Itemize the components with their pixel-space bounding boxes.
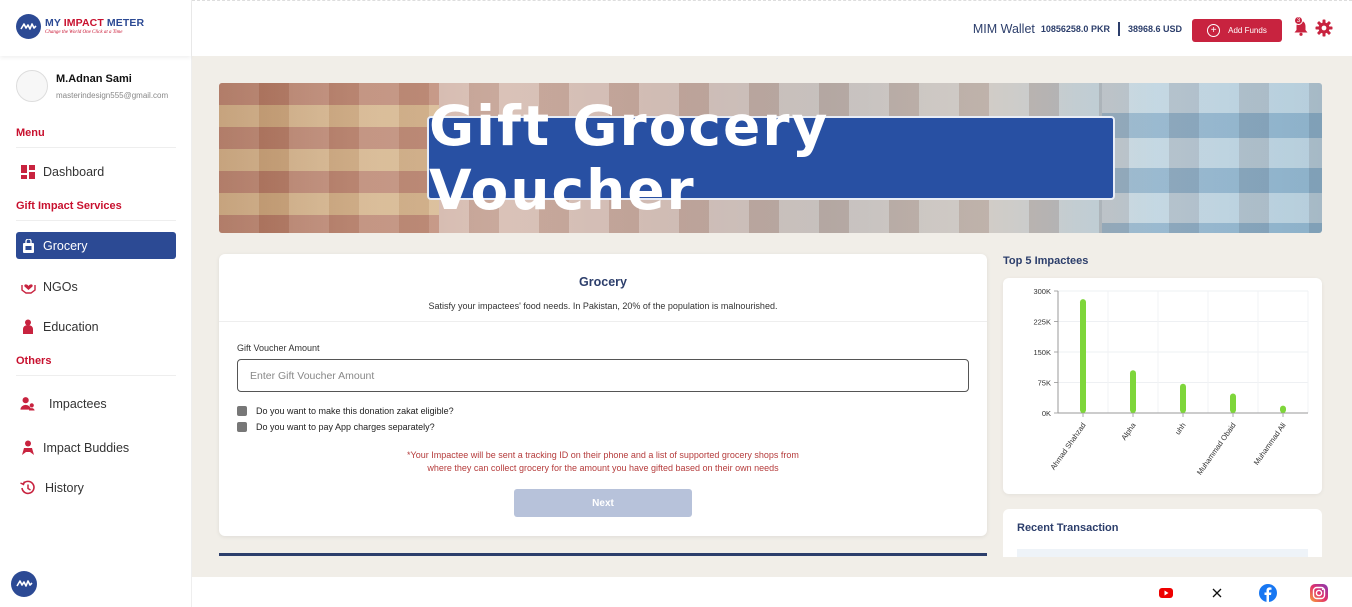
x-icon[interactable]	[1208, 584, 1226, 602]
top-bar: MIM Wallet 10856258.0 PKR 38968.6 USD + …	[192, 0, 1352, 56]
x-tick-label: Ahmad Shahzad	[1048, 421, 1087, 472]
recent-list-strip	[1017, 549, 1308, 557]
sidebar-item-ngos[interactable]: NGOs	[16, 273, 176, 300]
top5-chart-card: 0K 75K 150K 225K 300K Ahmad Shahzad Alpha uhh Mu…	[1003, 278, 1322, 494]
sidebar-item-impactees[interactable]: Impactees	[16, 390, 176, 417]
note-line-2: where they can collect grocery for the a…	[427, 463, 779, 473]
logo-mark-icon	[16, 14, 41, 39]
recent-transaction-card: Recent Transaction	[1003, 509, 1322, 557]
y-tick-label: 0K	[1042, 409, 1051, 418]
sidebar-item-label: Impact Buddies	[43, 440, 130, 455]
y-tick-label: 150K	[1033, 348, 1051, 357]
chart-bar	[1180, 383, 1186, 413]
dashboard-icon	[20, 164, 36, 180]
sidebar-item-label: NGOs	[43, 279, 78, 294]
student-icon	[20, 319, 36, 335]
history-icon	[20, 480, 36, 496]
amount-label: Gift Voucher Amount	[237, 343, 320, 353]
x-tick-label: Muhammad Ali	[1252, 421, 1288, 467]
sidebar-item-dashboard[interactable]: Dashboard	[16, 158, 176, 185]
brand-tagline: Change the World One Click at a Time	[45, 30, 123, 35]
chart-bar	[1230, 393, 1236, 413]
grocery-bag-icon	[20, 238, 36, 254]
sidebar-item-label: Grocery	[43, 238, 88, 253]
zakat-checkbox-row[interactable]: Do you want to make this donation zakat …	[237, 406, 454, 416]
add-funds-button[interactable]: + Add Funds	[1192, 19, 1282, 42]
top5-heading: Top 5 Impactees	[1003, 255, 1089, 267]
x-tick-label: Alpha	[1119, 420, 1138, 442]
wallet-summary: MIM Wallet 10856258.0 PKR 38968.6 USD	[973, 22, 1182, 36]
footer	[192, 577, 1352, 607]
tracking-note: *Your Impactee will be sent a tracking I…	[219, 449, 987, 475]
sidebar-item-label: Dashboard	[43, 164, 105, 179]
divider	[219, 321, 987, 322]
note-line-1: *Your Impactee will be sent a tracking I…	[407, 450, 799, 460]
sidebar-item-label: History	[45, 480, 84, 495]
zakat-label: Do you want to make this donation zakat …	[256, 406, 454, 416]
pkr-balance: 10856258.0 PKR	[1040, 24, 1110, 34]
chart-bar	[1130, 370, 1136, 413]
y-tick-label: 75K	[1038, 379, 1051, 388]
logo[interactable]: MY IMPACT METER Change the World One Cli…	[0, 0, 191, 56]
services-heading: Gift Impact Services	[16, 200, 176, 221]
app-charges-checkbox-row[interactable]: Do you want to pay App charges separatel…	[237, 422, 435, 432]
y-tick-label: 300K	[1033, 287, 1051, 296]
banner-shelf-left	[219, 83, 439, 233]
x-tick-label: uhh	[1173, 421, 1188, 436]
form-title: Grocery	[579, 275, 627, 289]
banner-title: Gift Grocery Voucher	[427, 94, 1115, 222]
user-email: masterindesign555@gmail.com	[56, 90, 169, 100]
hands-heart-icon	[20, 279, 36, 295]
recent-heading: Recent Transaction	[1017, 522, 1119, 534]
users-icon	[20, 396, 36, 412]
usd-balance: 38968.6 USD	[1127, 24, 1182, 34]
next-button[interactable]: Next	[514, 489, 692, 517]
sidebar-item-history[interactable]: History	[16, 474, 176, 501]
zakat-checkbox[interactable]	[237, 406, 247, 416]
wallet-label: MIM Wallet	[972, 22, 1035, 36]
gift-voucher-amount-input[interactable]	[237, 359, 969, 392]
form-subtitle: Satisfy your impactees' food needs. In P…	[428, 301, 778, 311]
top5-bar-chart: 0K 75K 150K 225K 300K Ahmad Shahzad Alpha uhh Mu…	[1033, 287, 1309, 477]
chart-bar	[1280, 405, 1286, 413]
user-profile[interactable]: M.Adnan Sami masterindesign555@gmail.com	[16, 70, 168, 102]
instagram-icon[interactable]	[1310, 584, 1328, 602]
sidebar-item-label: Education	[43, 319, 99, 334]
plus-circle-icon: +	[1207, 24, 1221, 37]
notification-badge: 3	[1294, 16, 1303, 25]
card-footer-strip	[219, 553, 987, 556]
sidebar-item-grocery[interactable]: Grocery	[16, 232, 176, 259]
facebook-icon[interactable]	[1259, 584, 1277, 602]
others-heading: Others	[16, 355, 176, 376]
app-charges-checkbox[interactable]	[237, 422, 247, 432]
hero-banner: Gift Grocery Voucher	[219, 83, 1322, 233]
sidebar-item-education[interactable]: Education	[16, 313, 176, 340]
buddy-icon	[20, 440, 36, 456]
x-tick-label: Muhammad Obaid	[1195, 421, 1238, 477]
menu-heading: Menu	[16, 127, 176, 148]
grocery-form-card: Grocery Satisfy your impactees' food nee…	[219, 254, 987, 536]
add-funds-label: Add Funds	[1228, 26, 1267, 35]
sidebar-item-label: Impactees	[49, 396, 107, 411]
sidebar: MY IMPACT METER Change the World One Cli…	[0, 0, 192, 607]
chart-bar	[1080, 299, 1086, 413]
brand-name: MY IMPACT METER	[45, 17, 145, 29]
bottom-logo-icon[interactable]	[11, 571, 37, 597]
avatar	[16, 70, 48, 102]
wallet-divider	[1117, 22, 1120, 36]
settings-gear-icon[interactable]	[1315, 19, 1333, 42]
youtube-icon[interactable]	[1157, 584, 1175, 602]
sidebar-item-impact-buddies[interactable]: Impact Buddies	[16, 434, 176, 461]
user-name: M.Adnan Sami	[56, 72, 132, 85]
banner-shelf-right	[1102, 83, 1322, 233]
app-charges-label: Do you want to pay App charges separatel…	[256, 422, 435, 432]
y-tick-label: 225K	[1033, 318, 1051, 327]
